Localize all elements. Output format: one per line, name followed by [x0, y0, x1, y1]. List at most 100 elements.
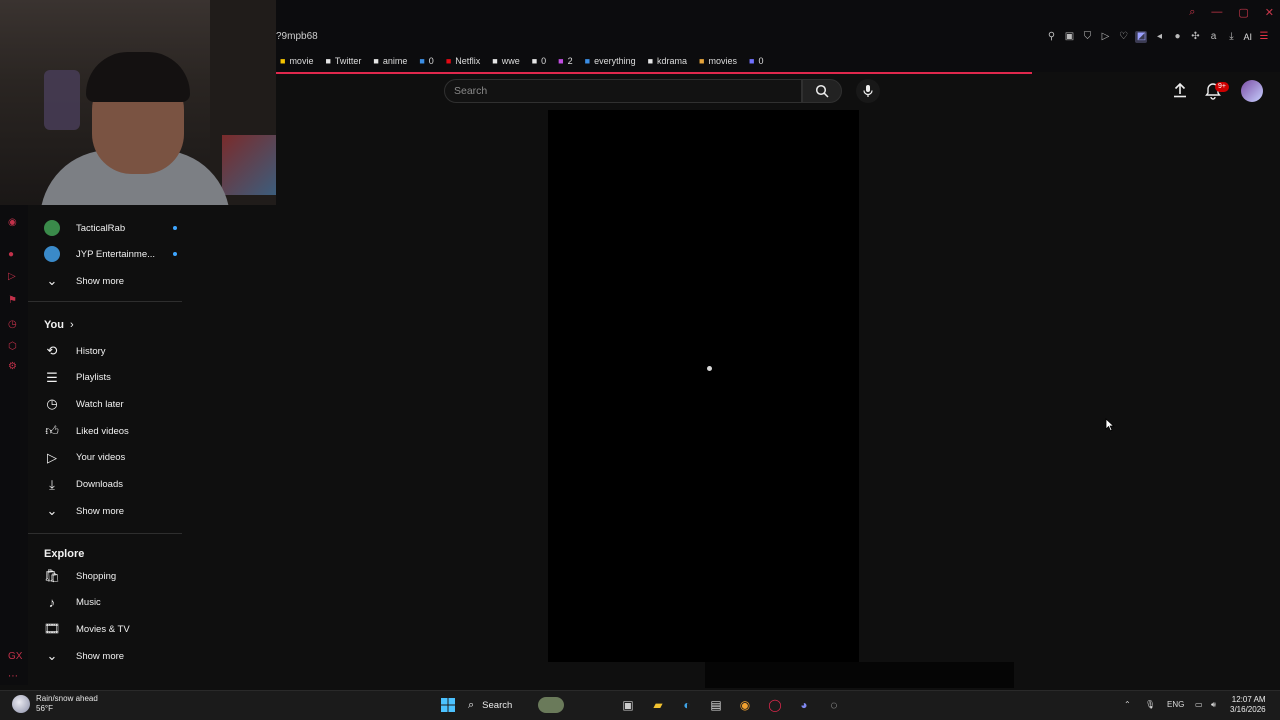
- sidebar-item-your-videos[interactable]: ▷ Your videos: [44, 445, 125, 471]
- you-section-title[interactable]: You ›: [44, 319, 74, 331]
- ai-button[interactable]: AI: [1243, 32, 1252, 42]
- taskbar-search-label: Search: [482, 699, 513, 711]
- more-icon[interactable]: ⋯: [8, 671, 18, 682]
- sidebar-app-icon[interactable]: ◉: [8, 217, 17, 228]
- language-indicator[interactable]: ENG: [1167, 700, 1184, 709]
- cube-icon[interactable]: ⬡: [8, 341, 17, 352]
- task-view-icon[interactable]: ▣: [620, 697, 636, 713]
- subscriptions-show-more[interactable]: ⌄ Show more: [44, 268, 125, 294]
- bookmark-item[interactable]: ■ 0: [419, 56, 433, 66]
- bookmark-item[interactable]: ■ kdrama: [648, 56, 687, 66]
- gx-icon[interactable]: GX: [8, 651, 22, 662]
- sidebar-item-liked-videos[interactable]: 👍︎ Liked videos: [44, 418, 129, 444]
- sidebar-item-shopping[interactable]: 🛍︎ Shopping: [44, 563, 116, 589]
- search-icon: [815, 84, 829, 98]
- opera-gx-icon[interactable]: ◯: [767, 697, 783, 713]
- you-show-more[interactable]: ⌄ Show more: [44, 498, 125, 524]
- upload-button[interactable]: [1172, 82, 1188, 103]
- bookmark-item[interactable]: ■ 0: [749, 56, 763, 66]
- bookmark-item[interactable]: ■ everything: [585, 56, 636, 66]
- heart-icon[interactable]: ♡: [1117, 31, 1129, 43]
- s-extension-icon[interactable]: ●: [1171, 31, 1183, 43]
- channel-avatar: [44, 220, 60, 236]
- sidebar-item-movies-tv[interactable]: 🎞︎ Movies & TV: [44, 616, 130, 642]
- browser-titlebar: [276, 0, 1280, 28]
- search-button[interactable]: [802, 79, 842, 103]
- puzzle-icon[interactable]: ✣: [1189, 31, 1201, 43]
- volume-icon[interactable]: 🔊︎: [1211, 700, 1216, 710]
- thumbs-up-icon: 👍︎: [45, 423, 59, 439]
- download-icon[interactable]: ⤓: [1225, 31, 1237, 43]
- download-icon: ⤓: [49, 476, 55, 492]
- start-button[interactable]: [440, 697, 456, 713]
- bookmark-item[interactable]: ■ 2: [558, 56, 572, 66]
- maximize-button[interactable]: ▢: [1238, 6, 1248, 19]
- bookmark-label: anime: [382, 56, 408, 66]
- tray-overflow-icon[interactable]: ⌃: [1124, 700, 1131, 709]
- close-button[interactable]: ✕: [1265, 6, 1274, 19]
- play-icon[interactable]: ▷: [8, 271, 16, 282]
- search-icon[interactable]: ⌕: [1189, 6, 1195, 19]
- system-clock[interactable]: 12:07 AM 3/16/2026: [1230, 695, 1266, 715]
- bookmark-item[interactable]: ■ movies: [699, 56, 737, 66]
- taskbar-search[interactable]: ⌕ Search: [468, 696, 572, 714]
- bookmark-label: movie: [289, 56, 314, 66]
- menu-icon[interactable]: ☰: [1258, 31, 1270, 43]
- sidebar-item-downloads[interactable]: ⤓ Downloads: [44, 472, 123, 498]
- twitch-icon[interactable]: ◩: [1135, 31, 1148, 43]
- minimize-button[interactable]: —: [1211, 6, 1222, 19]
- windows-icon: [441, 698, 455, 712]
- sidebar-item-subscription[interactable]: JYP Entertainme...: [44, 241, 177, 267]
- url-text[interactable]: ?9mpb68: [276, 31, 318, 42]
- netflix-icon: ■: [445, 56, 452, 66]
- history-icon: ⟲: [46, 343, 58, 358]
- edge-icon[interactable]: ◐: [679, 697, 695, 713]
- explore-show-more[interactable]: ⌄ Show more: [44, 643, 125, 669]
- network-icon[interactable]: ▭: [1195, 700, 1203, 709]
- screenshot-icon[interactable]: ▣: [1063, 31, 1075, 43]
- bookmark-label: 2: [567, 56, 573, 66]
- sidebar-item-history[interactable]: ⟲ History: [44, 338, 106, 364]
- a-extension-icon[interactable]: a: [1207, 31, 1219, 43]
- sidebar-item-subscription[interactable]: TacticalRab: [44, 215, 177, 241]
- notification-badge: 9+: [1215, 82, 1229, 92]
- bookmark-item[interactable]: ■ movie: [280, 56, 313, 66]
- bookmark-item[interactable]: ■ wwe: [492, 56, 519, 66]
- file-explorer-icon[interactable]: ▰: [650, 697, 666, 713]
- microphone-icon[interactable]: 🎙︎: [1145, 700, 1155, 709]
- record-icon[interactable]: ●: [8, 249, 14, 260]
- app-icon[interactable]: ◌: [826, 697, 842, 713]
- clock-time: 12:07 AM: [1231, 695, 1266, 704]
- sidebar-item-label: Liked videos: [76, 425, 129, 437]
- bookmark-item[interactable]: ■ Netflix: [446, 56, 480, 66]
- weather-icon: [12, 695, 30, 713]
- shield-icon[interactable]: ⛉: [1081, 31, 1093, 43]
- new-content-dot: [173, 252, 177, 256]
- discord-icon[interactable]: ◕: [796, 697, 812, 713]
- pin-icon[interactable]: ⚲: [1045, 31, 1057, 43]
- play-icon[interactable]: ▷: [1099, 31, 1111, 43]
- video-player[interactable]: [548, 110, 859, 662]
- sidebar-item-playlists[interactable]: ☰ Playlists: [44, 365, 111, 391]
- bookmark-item[interactable]: ■ Twitter: [325, 56, 361, 66]
- search-input[interactable]: [444, 79, 802, 103]
- account-avatar[interactable]: [1241, 80, 1263, 102]
- bookmark-item[interactable]: ■ anime: [373, 56, 407, 66]
- settings-icon[interactable]: ⚙: [8, 361, 17, 372]
- bookmark-icon[interactable]: ⚑: [8, 295, 17, 306]
- bookmark-label: Netflix: [455, 56, 481, 66]
- bookmark-label: wwe: [501, 56, 520, 66]
- sidebar-item-watch-later[interactable]: ◷ Watch later: [44, 391, 123, 417]
- loading-spinner: [707, 366, 712, 371]
- store-icon[interactable]: ▤: [708, 697, 724, 713]
- weather-widget[interactable]: Rain/snow ahead 56°F: [12, 694, 98, 714]
- sidebar-item-music[interactable]: ♪ Music: [44, 590, 101, 616]
- clock-icon[interactable]: ◷: [8, 319, 17, 330]
- clock-date: 3/16/2026: [1230, 705, 1266, 714]
- voice-search-button[interactable]: [856, 79, 880, 103]
- sidebar-item-label: Playlists: [76, 372, 111, 384]
- speaker-icon[interactable]: ◂: [1153, 31, 1165, 43]
- chrome-icon[interactable]: ◉: [737, 697, 753, 713]
- bookmark-item[interactable]: ■ 0: [532, 56, 546, 66]
- sidebar-item-label: Music: [76, 597, 101, 609]
